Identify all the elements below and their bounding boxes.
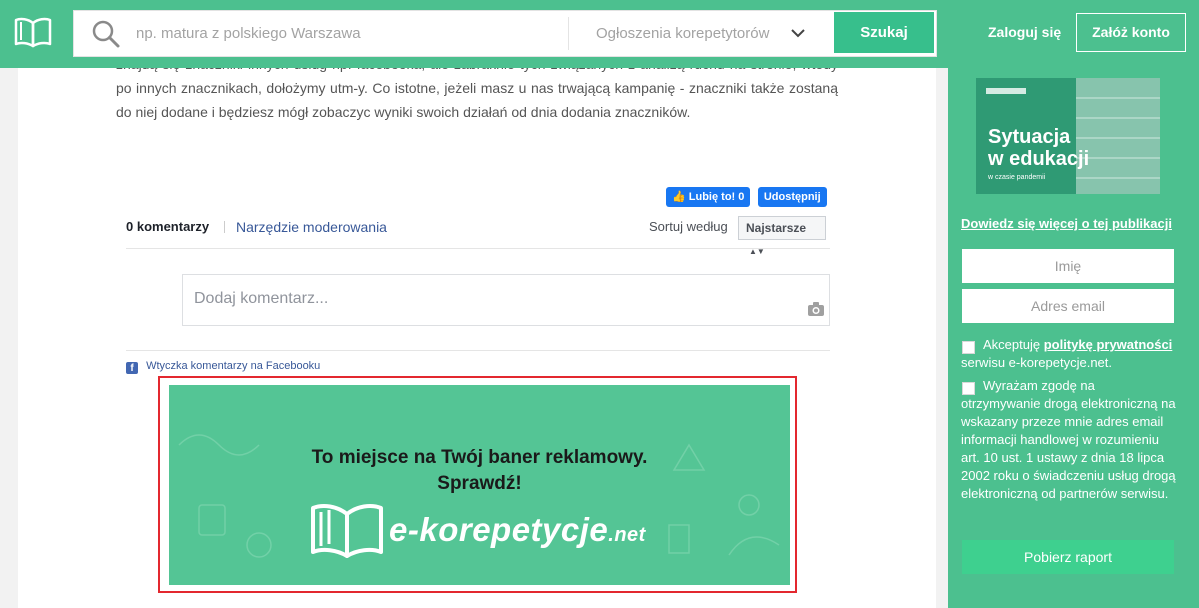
sidebar: Sytuacja w edukacji w czasie pandemii Do… <box>948 68 1199 608</box>
facebook-like-label: Lubię to! 0 <box>688 191 745 203</box>
email-field[interactable] <box>962 289 1174 323</box>
divider <box>224 221 225 233</box>
banner-logo: e-korepetycje.net <box>389 511 646 549</box>
thumbs-up-icon: 👍 <box>672 191 686 203</box>
main-content: znajdą się znaczniki innych usług np. fa… <box>18 0 936 608</box>
facebook-buttons: 👍 Lubię to! 0 Udostępnij <box>666 187 827 208</box>
open-book-icon <box>311 504 383 558</box>
promo-title-line-2: w edukacji <box>988 148 1090 170</box>
sort-label: Sortuj według <box>649 219 728 234</box>
facebook-icon: f <box>126 362 138 374</box>
banner-logo-main: e-korepetycje <box>389 511 609 548</box>
facebook-plugin-label: Wtyczka komentarzy na Facebooku <box>146 360 321 372</box>
comment-count: 0 komentarzy <box>126 219 210 234</box>
search-input[interactable] <box>136 11 556 56</box>
comments-header: 0 komentarzy Narzędzie moderowania Sortu… <box>126 213 830 256</box>
sort-select-value: Najstarsze <box>746 221 807 235</box>
avatar <box>126 275 176 325</box>
facebook-plugin-link[interactable]: f Wtyczka komentarzy na Facebooku <box>126 360 320 374</box>
privacy-consent: Akceptuję politykę prywatności serwisu e… <box>961 336 1176 372</box>
promo-title: Sytuacja w edukacji <box>988 126 1089 170</box>
facebook-like-button[interactable]: 👍 Lubię to! 0 <box>666 187 751 207</box>
comment-input[interactable]: Dodaj komentarz... <box>182 274 830 326</box>
search-icon[interactable] <box>91 19 121 49</box>
camera-icon[interactable] <box>808 302 824 316</box>
promo-title-line-1: Sytuacja <box>988 126 1071 148</box>
privacy-text-pre: Akceptuję <box>983 337 1044 352</box>
login-link[interactable]: Zaloguj się <box>988 24 1061 40</box>
top-navbar: Ogłoszenia korepetytorów Szukaj Zaloguj … <box>0 0 1199 68</box>
sort-select[interactable]: Najstarsze ▲▼ <box>738 216 826 256</box>
divider <box>568 17 569 50</box>
search-bar: Ogłoszenia korepetytorów Szukaj <box>73 10 937 57</box>
register-button[interactable]: Załóż konto <box>1076 13 1186 52</box>
download-report-button[interactable]: Pobierz raport <box>962 540 1174 574</box>
name-field[interactable] <box>962 249 1174 283</box>
banner-headline: To miejsce na Twój baner reklamowy. Spra… <box>169 445 790 497</box>
privacy-policy-link[interactable]: politykę prywatności <box>1044 337 1173 352</box>
publication-link[interactable]: Dowiedz się więcej o tej publikacji <box>961 216 1172 231</box>
ad-banner[interactable]: To miejsce na Twój baner reklamowy. Spra… <box>169 385 790 585</box>
chevron-down-icon[interactable] <box>790 26 806 40</box>
report-promo-image[interactable]: Sytuacja w edukacji w czasie pandemii <box>976 78 1160 194</box>
divider <box>126 350 830 351</box>
banner-logo-tld: .net <box>608 524 646 546</box>
book-logo-icon[interactable] <box>14 16 52 48</box>
category-select-value: Ogłoszenia korepetytorów <box>596 25 770 42</box>
category-select[interactable]: Ogłoszenia korepetytorów <box>579 11 819 56</box>
moderation-tool-link[interactable]: Narzędzie moderowania <box>236 219 387 235</box>
facebook-share-button[interactable]: Udostępnij <box>757 187 827 207</box>
ad-banner-frame: To miejsce na Twój baner reklamowy. Spra… <box>158 376 797 593</box>
updown-arrow-icon: ▲▼ <box>749 247 765 256</box>
privacy-text-post: serwisu e-korepetycje.net. <box>961 355 1113 370</box>
marketing-consent: Wyrażam zgodę na otrzymywanie drogą elek… <box>961 378 1176 501</box>
search-button[interactable]: Szukaj <box>834 12 934 53</box>
banner-line-1: To miejsce na Twój baner reklamowy. <box>311 447 648 468</box>
promo-subtitle: w czasie pandemii <box>988 174 1046 181</box>
banner-line-2: Sprawdź! <box>437 473 522 494</box>
